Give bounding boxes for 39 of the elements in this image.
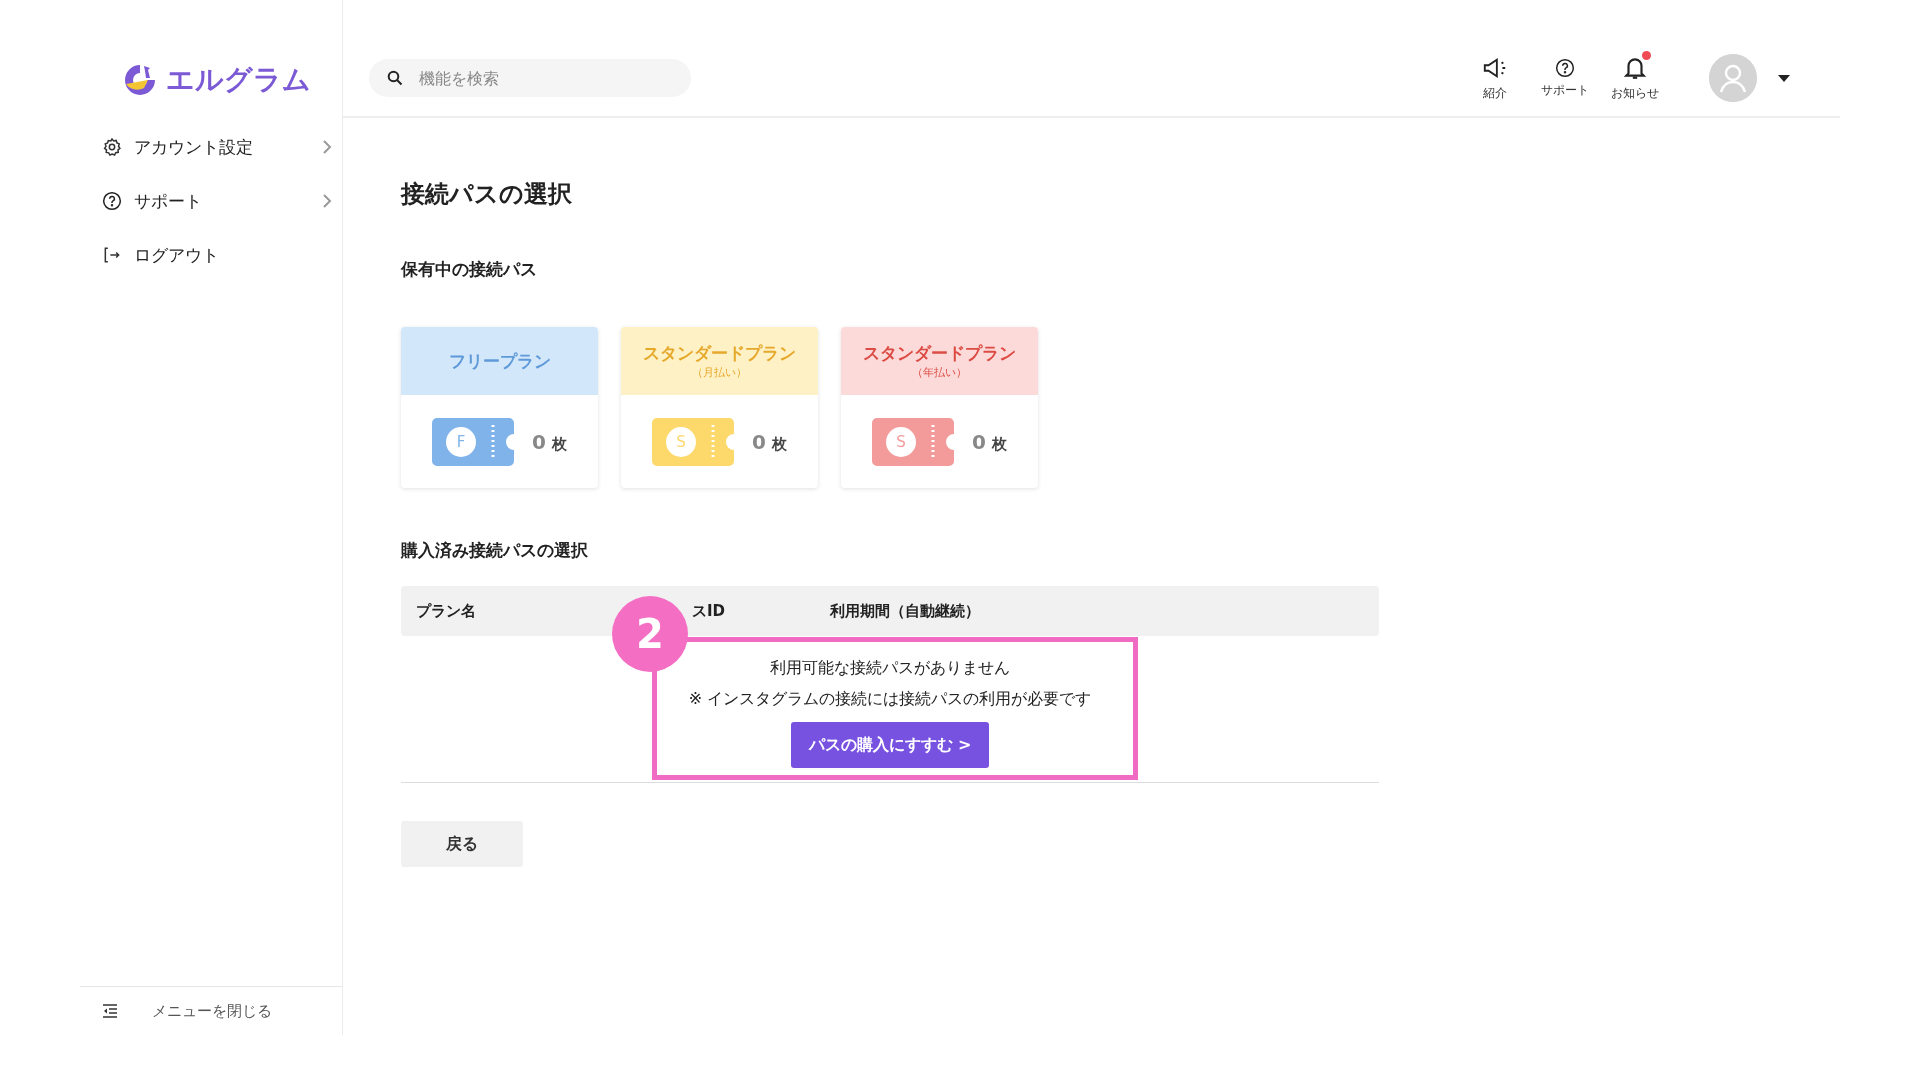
logo-icon <box>122 62 158 98</box>
header-button[interactable]: 紹介 <box>1471 54 1519 102</box>
empty-message: 利用可能な接続パスがありません <box>770 658 1010 679</box>
section-title: 購入済み接続パスの選択 <box>401 539 589 562</box>
count-unit: 枚 <box>771 434 787 453</box>
logout-icon <box>102 245 122 265</box>
count-unit: 枚 <box>991 434 1007 453</box>
column-header: プラン名 <box>415 601 477 621</box>
count-unit: 枚 <box>551 434 567 453</box>
plan-subtitle: （月払い） <box>692 365 747 380</box>
search-icon <box>387 70 403 86</box>
sidebar-item[interactable]: アカウント設定 <box>80 120 342 174</box>
help-icon <box>102 191 122 211</box>
pass-count: 0 <box>972 429 986 454</box>
menu-collapse-icon <box>102 1004 118 1018</box>
note-text: ※ インスタグラムの接続には接続パスの利用が必要です <box>688 689 1092 710</box>
section-title: 保有中の接続パス <box>401 258 538 281</box>
back-button[interactable]: 戻る <box>401 821 523 867</box>
caret-icon[interactable] <box>1777 73 1791 83</box>
buy-pass-button[interactable]: パスの購入にすすむ > <box>790 722 990 768</box>
pass-count: 0 <box>752 429 766 454</box>
plan-subtitle: （年払い） <box>912 365 967 380</box>
settings-icon <box>102 137 122 157</box>
sidebar-item[interactable]: サポート <box>80 174 342 228</box>
help-icon <box>1555 57 1575 78</box>
plan-title: スタンダードプラン <box>643 342 796 365</box>
close-menu-button[interactable]: メニューを閉じる <box>80 986 342 1035</box>
sidebar-item[interactable]: ログアウト <box>80 228 342 282</box>
column-header: 利用期間（自動継続） <box>830 601 980 621</box>
plan-title: スタンダードプラン <box>863 342 1016 365</box>
header-button[interactable]: お知らせ <box>1611 54 1659 102</box>
page-title: 接続パスの選択 <box>401 179 573 210</box>
column-header: スID <box>691 601 727 621</box>
step-badge: 2 <box>612 596 688 672</box>
pass-count: 0 <box>532 429 546 454</box>
plan-title: フリープラン <box>448 349 551 373</box>
search-field[interactable]: 機能を検索 <box>369 59 691 97</box>
header-button[interactable]: サポート <box>1541 57 1589 99</box>
logo-text: エルグラム <box>166 62 311 98</box>
